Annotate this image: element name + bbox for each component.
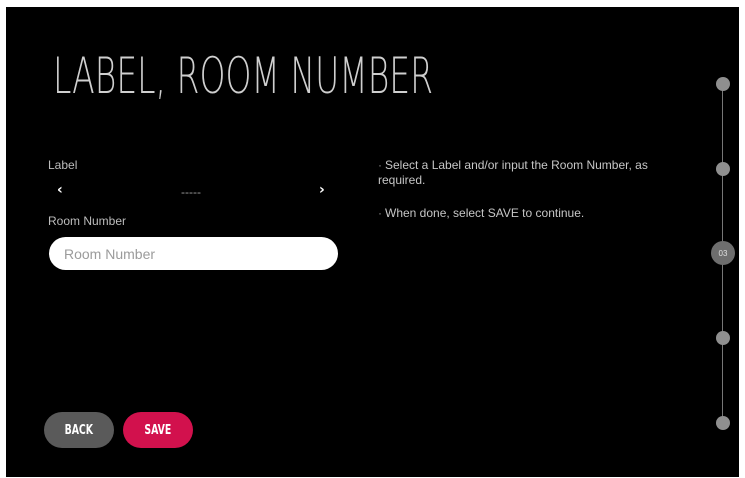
- back-button-label: BACK: [64, 422, 94, 438]
- setup-screen: LABEL, ROOM NUMBER Label ‹ ----- › Room …: [6, 7, 739, 477]
- progress-step-5: [716, 416, 730, 430]
- label-selector-value: -----: [181, 185, 201, 199]
- room-number-field-label: Room Number: [48, 214, 127, 228]
- save-button[interactable]: SAVE: [123, 412, 193, 448]
- page-title: LABEL, ROOM NUMBER: [53, 47, 434, 105]
- progress-step-current: 03: [711, 241, 735, 265]
- help-text-1: · Select a Label and/or input the Room Nu…: [378, 158, 688, 188]
- label-field-label: Label: [48, 158, 78, 172]
- back-button[interactable]: BACK: [44, 412, 114, 448]
- progress-step-4: [716, 331, 730, 345]
- help-line: Select a Label and/or input the Room Num…: [378, 158, 648, 187]
- save-button-label: SAVE: [144, 422, 172, 438]
- help-line: When done, select SAVE to continue.: [385, 206, 585, 220]
- progress-step-1: [716, 77, 730, 91]
- progress-step-2: [716, 162, 730, 176]
- help-text-2: · When done, select SAVE to continue.: [378, 206, 688, 221]
- room-number-input[interactable]: [49, 237, 338, 270]
- label-prev-arrow[interactable]: ‹: [57, 182, 63, 198]
- help-bullet: ·: [378, 158, 382, 172]
- label-next-arrow[interactable]: ›: [319, 182, 325, 198]
- help-bullet: ·: [378, 206, 382, 220]
